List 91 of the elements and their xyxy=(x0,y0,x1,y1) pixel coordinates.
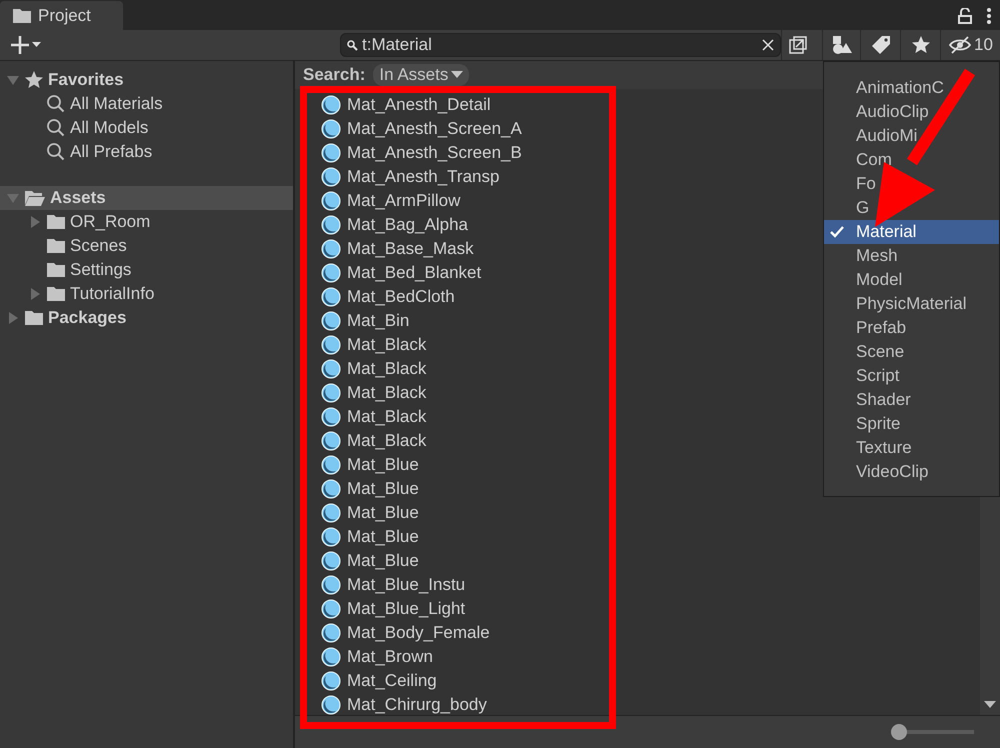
material-sphere-icon xyxy=(321,263,341,283)
menu-item[interactable]: Com xyxy=(824,148,999,172)
material-sphere-icon xyxy=(321,671,341,691)
material-sphere-icon xyxy=(321,239,341,259)
search-field[interactable]: t:Material xyxy=(340,33,781,57)
lock-icon[interactable] xyxy=(958,8,972,24)
menu-item[interactable]: Material xyxy=(824,220,999,244)
clear-icon[interactable] xyxy=(762,39,774,51)
material-sphere-icon xyxy=(321,95,341,115)
popout-icon xyxy=(788,35,808,55)
tree-item[interactable]: All Materials xyxy=(0,92,293,116)
asset-item[interactable]: Mat_Blue xyxy=(321,525,980,549)
search-icon xyxy=(46,142,66,162)
asset-item[interactable]: Mat_Body_Female xyxy=(321,621,980,645)
search-icon xyxy=(46,118,66,138)
open-folder-icon xyxy=(24,189,46,207)
menu-item[interactable]: AnimationC xyxy=(824,76,999,100)
hidden-eye-icon xyxy=(948,36,972,54)
material-sphere-icon xyxy=(321,623,341,643)
menu-item[interactable]: Prefab xyxy=(824,316,999,340)
material-sphere-icon xyxy=(321,167,341,187)
material-sphere-icon xyxy=(321,647,341,667)
material-sphere-icon xyxy=(321,551,341,571)
asset-item[interactable]: Mat_Blue_Instu xyxy=(321,573,980,597)
folder-icon xyxy=(46,286,66,302)
slider-thumb[interactable] xyxy=(891,724,907,740)
material-sphere-icon xyxy=(321,119,341,139)
menu-item[interactable]: PhysicMaterial xyxy=(824,292,999,316)
folder-icon xyxy=(24,310,44,326)
folder-icon xyxy=(46,214,66,230)
tree-item[interactable]: Assets xyxy=(0,186,293,210)
material-sphere-icon xyxy=(321,599,341,619)
menu-item[interactable]: Sprite xyxy=(824,412,999,436)
asset-item[interactable]: Mat_Chirurg_body xyxy=(321,693,980,715)
menu-item[interactable]: Texture xyxy=(824,436,999,460)
search-icon xyxy=(46,94,66,114)
menu-item[interactable]: Mesh xyxy=(824,244,999,268)
material-sphere-icon xyxy=(321,287,341,307)
asset-item[interactable]: Mat_Blue_Light xyxy=(321,597,980,621)
tree-item[interactable]: TutorialInfo xyxy=(0,282,293,306)
star-icon xyxy=(24,70,44,90)
material-sphere-icon xyxy=(321,383,341,403)
material-sphere-icon xyxy=(321,455,341,475)
menu-item[interactable]: Shader xyxy=(824,388,999,412)
menu-item[interactable]: Fo xyxy=(824,172,999,196)
tree-item[interactable]: All Prefabs xyxy=(0,140,293,164)
material-sphere-icon xyxy=(321,407,341,427)
shapes-icon xyxy=(830,35,852,55)
material-sphere-icon xyxy=(321,215,341,235)
menu-item[interactable]: AudioMi xyxy=(824,124,999,148)
search-icon xyxy=(347,40,358,50)
material-sphere-icon xyxy=(321,479,341,499)
project-tab[interactable]: Project xyxy=(0,1,123,30)
folder-icon xyxy=(46,238,66,254)
material-sphere-icon xyxy=(321,143,341,163)
material-sphere-icon xyxy=(321,311,341,331)
material-sphere-icon xyxy=(321,527,341,547)
material-sphere-icon xyxy=(321,503,341,523)
material-sphere-icon xyxy=(321,335,341,355)
star-icon xyxy=(910,35,930,55)
search-scope-button[interactable]: In Assets xyxy=(373,64,470,86)
asset-item[interactable]: Mat_Brown xyxy=(321,645,980,669)
tree-item[interactable]: Packages xyxy=(0,306,293,330)
material-sphere-icon xyxy=(321,695,341,715)
folder-icon xyxy=(12,8,32,24)
menu-item[interactable]: Script xyxy=(824,364,999,388)
material-sphere-icon xyxy=(321,575,341,595)
tree-item[interactable]: Settings xyxy=(0,258,293,282)
tag-icon xyxy=(870,35,890,55)
asset-item[interactable]: Mat_Blue xyxy=(321,549,980,573)
tree-item[interactable]: Scenes xyxy=(0,234,293,258)
menu-item[interactable]: G xyxy=(824,196,999,220)
tree-item[interactable]: OR_Room xyxy=(0,210,293,234)
plus-icon xyxy=(10,35,42,55)
search-label: Search: xyxy=(303,65,366,85)
tree-item[interactable]: All Models xyxy=(0,116,293,140)
asset-item[interactable]: Mat_Blue xyxy=(321,501,980,525)
material-sphere-icon xyxy=(321,431,341,451)
more-options-icon[interactable] xyxy=(986,6,992,24)
menu-item[interactable]: VideoClip xyxy=(824,460,999,484)
asset-item[interactable]: Mat_Ceiling xyxy=(321,669,980,693)
tree-item[interactable]: Favorites xyxy=(0,68,293,92)
material-sphere-icon xyxy=(321,359,341,379)
caret-icon xyxy=(451,71,464,79)
menu-item[interactable]: Scene xyxy=(824,340,999,364)
menu-item[interactable]: AudioClip xyxy=(824,100,999,124)
check-icon xyxy=(830,226,844,238)
material-sphere-icon xyxy=(321,191,341,211)
folder-icon xyxy=(46,262,66,278)
menu-item[interactable]: Model xyxy=(824,268,999,292)
scroll-down-icon[interactable] xyxy=(984,701,996,709)
